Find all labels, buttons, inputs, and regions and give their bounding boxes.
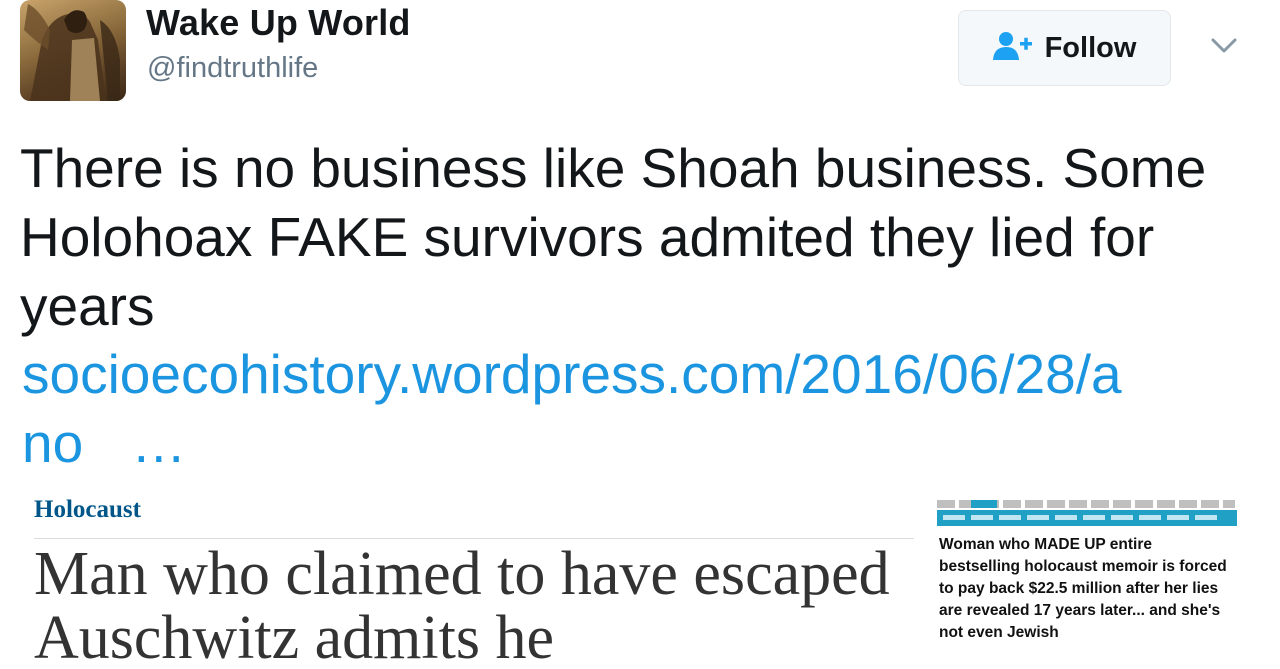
- chevron-down-icon[interactable]: [1208, 30, 1240, 62]
- media-nav-bar: [937, 510, 1237, 526]
- tweet-link-ellipsis: …: [131, 412, 187, 474]
- media-headline-secondary: Woman who MADE UP entire bestselling hol…: [939, 536, 1227, 641]
- tweet-link-line-1: socioecohistory.wordpress.com/2016/06/28…: [22, 343, 1122, 405]
- tweet: Wake Up World @findtruthlife Follow Ther…: [0, 0, 1280, 669]
- media-section-label: Holocaust: [34, 496, 141, 523]
- user-handle[interactable]: @findtruthlife: [147, 52, 318, 85]
- media-divider: [34, 538, 914, 539]
- media-image-guardian[interactable]: Holocaust Man who claimed to have escape…: [20, 490, 925, 669]
- avatar[interactable]: [20, 0, 126, 101]
- media-image-dailymail[interactable]: Woman who MADE UP entire bestselling hol…: [935, 498, 1238, 669]
- tweet-text: There is no business like Shoah business…: [20, 137, 1207, 337]
- tweet-link[interactable]: socioecohistory.wordpress.com/2016/06/28…: [22, 340, 1262, 478]
- follow-label: Follow: [1044, 31, 1137, 64]
- media-nav-active-tab: [971, 500, 997, 508]
- media-headline: Man who claimed to have escaped Auschwit…: [34, 540, 890, 669]
- display-name[interactable]: Wake Up World: [146, 2, 411, 44]
- follow-button[interactable]: Follow: [958, 10, 1171, 86]
- tweet-link-line-2: no: [22, 412, 84, 474]
- add-user-icon: [992, 31, 1033, 66]
